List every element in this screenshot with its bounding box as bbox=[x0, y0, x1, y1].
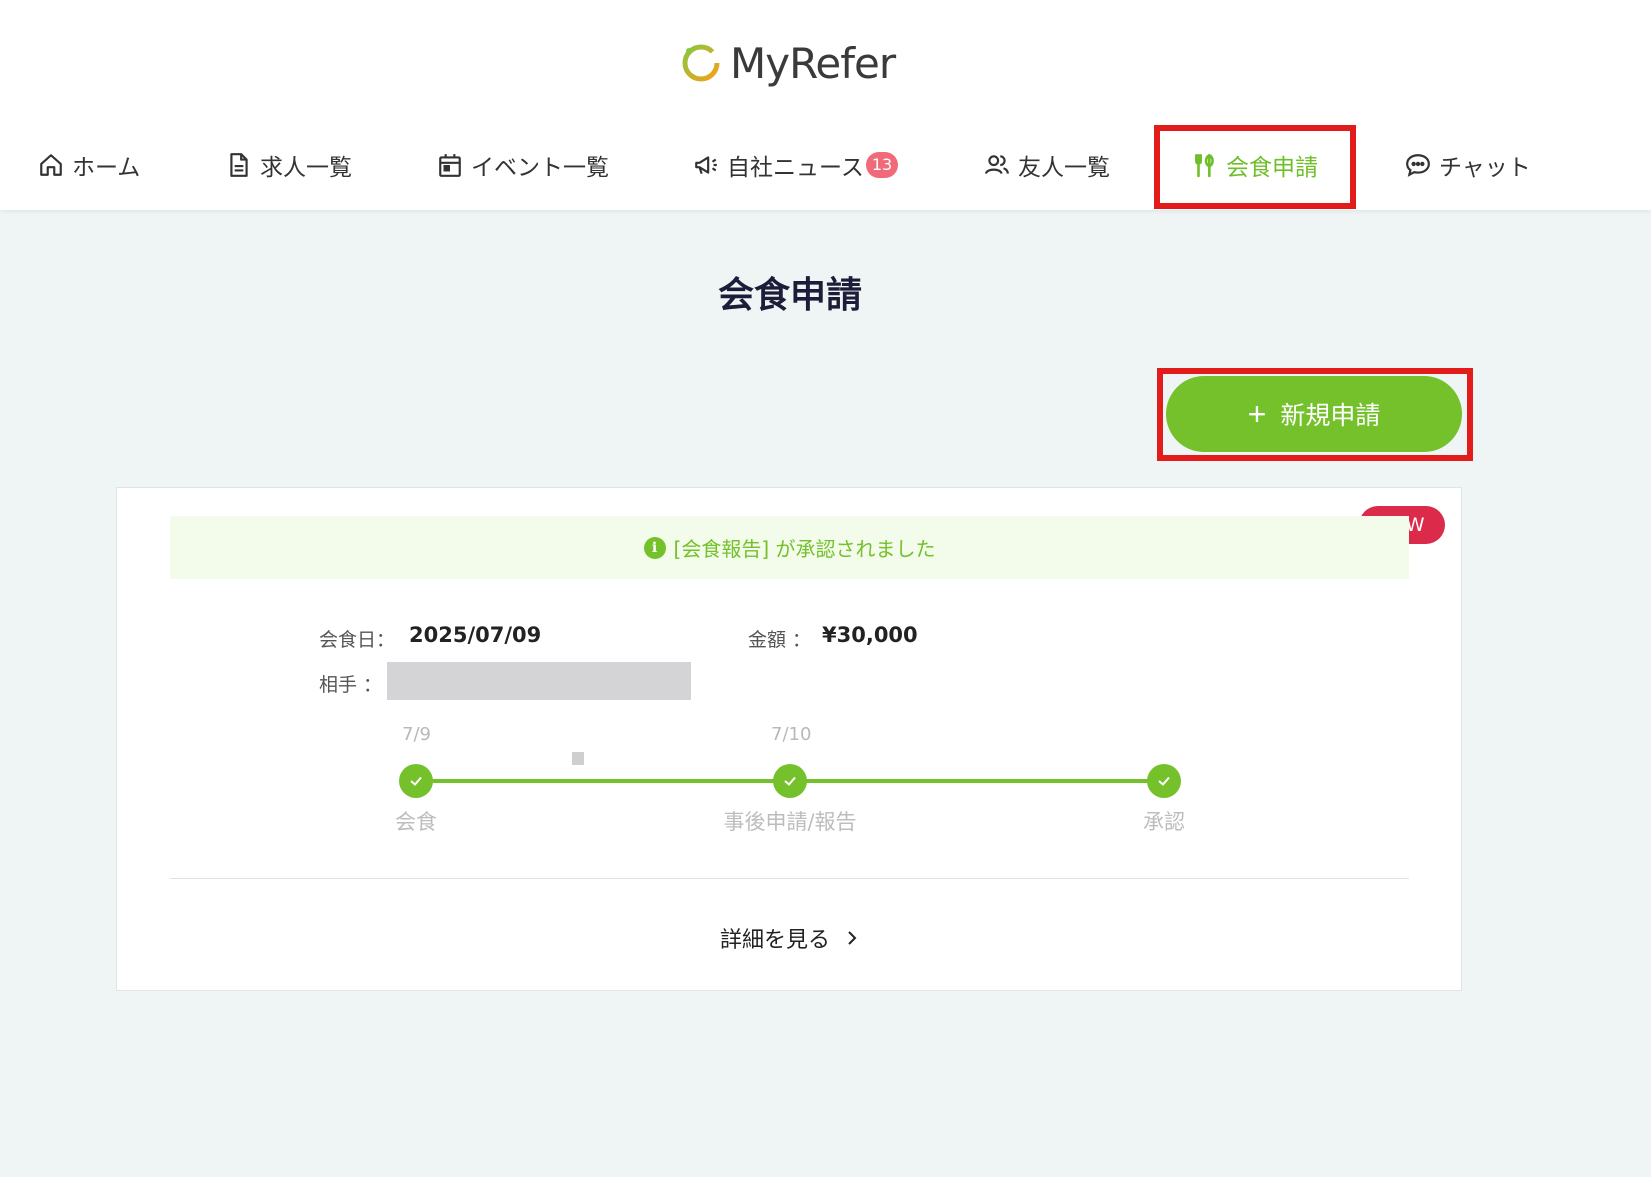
new-request-label: 新規申請 bbox=[1280, 402, 1381, 430]
nav-label: チャット bbox=[1439, 155, 1531, 181]
dinner-request-card: NEW i [会食報告] が承認されました 会食日： 2025/07/09 金額… bbox=[116, 487, 1462, 991]
timeline-dot-done bbox=[1147, 764, 1181, 798]
timeline-step-label: 承認 bbox=[1143, 810, 1185, 834]
nav-label: ホーム bbox=[72, 155, 141, 181]
timeline-date: 7/10 bbox=[771, 724, 812, 745]
main-nav: ホーム 求人一覧 イベント一覧 自社ニュース 13 友人一覧 会食申請 チャット bbox=[0, 120, 1651, 210]
logo-text: MyRefer bbox=[730, 38, 896, 88]
check-icon bbox=[410, 776, 422, 786]
view-details-link[interactable]: 詳細を見る bbox=[117, 908, 1463, 968]
page-title: 会食申請 bbox=[717, 275, 862, 316]
news-count-badge: 13 bbox=[865, 152, 899, 178]
nav-item-events[interactable]: イベント一覧 bbox=[437, 120, 609, 210]
app-header: MyRefer ホーム 求人一覧 イベント一覧 自社ニュース 13 友人一覧 会… bbox=[0, 0, 1651, 210]
nav-item-dinner-request[interactable]: 会食申請 bbox=[1192, 120, 1318, 210]
chevron-right-icon bbox=[848, 931, 857, 945]
nav-item-friends[interactable]: 友人一覧 bbox=[984, 120, 1110, 210]
nav-label: 求人一覧 bbox=[260, 155, 352, 181]
chat-icon bbox=[1406, 154, 1430, 177]
timeline-dot-done bbox=[399, 764, 433, 798]
logo[interactable]: MyRefer bbox=[680, 38, 896, 88]
new-request-button[interactable]: + 新規申請 bbox=[1166, 376, 1462, 452]
nav-label: イベント一覧 bbox=[471, 155, 609, 181]
nav-item-home[interactable]: ホーム bbox=[38, 120, 140, 210]
timeline-step-label: 事後申請/報告 bbox=[723, 810, 857, 834]
timeline-dot-done bbox=[773, 764, 807, 798]
view-details-label: 詳細を見る bbox=[719, 928, 830, 953]
calendar-icon bbox=[439, 154, 461, 177]
nav-label: 会食申請 bbox=[1226, 155, 1318, 181]
users-icon bbox=[985, 155, 1009, 175]
megaphone-icon bbox=[695, 156, 717, 175]
logo-ring-icon bbox=[682, 44, 720, 82]
nav-item-news[interactable]: 自社ニュース 13 bbox=[693, 120, 899, 210]
check-icon bbox=[1158, 776, 1170, 786]
home-icon bbox=[40, 154, 62, 176]
plus-icon: + bbox=[1247, 396, 1267, 432]
nav-label: 自社ニュース bbox=[727, 155, 864, 181]
nav-item-chat[interactable]: チャット bbox=[1405, 120, 1531, 210]
nav-item-jobs[interactable]: 求人一覧 bbox=[226, 120, 352, 210]
timeline-step-label: 会食 bbox=[395, 810, 437, 834]
timeline-date: 7/9 bbox=[402, 724, 431, 745]
nav-label: 友人一覧 bbox=[1018, 155, 1110, 181]
utensils-icon bbox=[1195, 153, 1214, 178]
timeline-marker bbox=[572, 752, 584, 765]
card-divider bbox=[170, 878, 1409, 879]
check-icon bbox=[784, 776, 796, 786]
document-icon bbox=[230, 153, 248, 177]
